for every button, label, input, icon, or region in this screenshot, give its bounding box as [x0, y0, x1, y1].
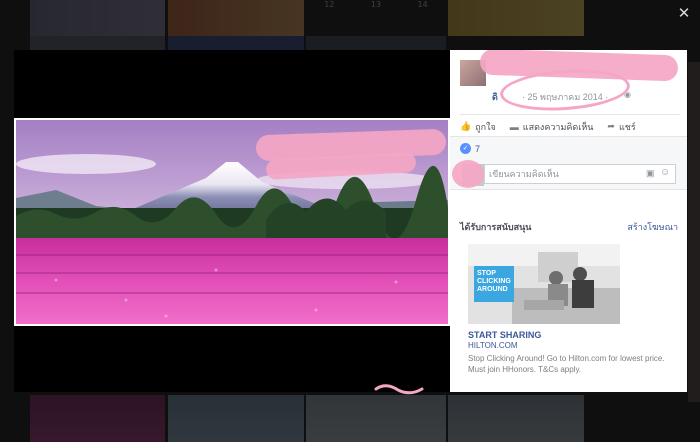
ad-title[interactable]: START SHARING — [468, 330, 541, 340]
sponsored-section: ได้รับการสนับสนุน สร้างโฆษณา STOP CLICKI… — [450, 190, 687, 392]
share-arrow-icon: ➦ — [607, 121, 615, 131]
comment-composer: ▣ ☺ — [450, 160, 687, 190]
comment-button[interactable]: ▬ แสดงความคิดเห็น — [510, 120, 594, 134]
poster-name[interactable]: ดิ — [492, 90, 498, 104]
close-button[interactable]: ✕ — [674, 3, 694, 23]
like-button[interactable]: 👍 ถูกใจ — [460, 120, 496, 134]
photo-stage[interactable] — [14, 50, 450, 392]
camera-icon[interactable]: ▣ — [646, 168, 655, 179]
share-label: แชร์ — [618, 121, 636, 132]
create-ad-link[interactable]: สร้างโฆษณา — [627, 220, 678, 234]
sponsored-header: ได้รับการสนับสนุน สร้างโฆษณา — [460, 220, 678, 234]
ad-domain: HILTON.COM — [468, 341, 518, 350]
sponsored-label: ได้รับการสนับสนุน — [460, 222, 532, 232]
comment-label: แสดงความคิดเห็น — [522, 121, 594, 132]
post-actions: 👍 ถูกใจ ▬ แสดงความคิดเห็น ➦ แชร์ — [460, 114, 680, 134]
comment-icon: ▬ — [509, 121, 519, 132]
ad-image-text: STOP CLICKING AROUND — [474, 266, 514, 302]
close-icon: ✕ — [677, 4, 691, 22]
ad-image[interactable]: STOP CLICKING AROUND — [468, 244, 620, 324]
like-summary[interactable]: ✓ 7 — [450, 136, 687, 160]
post-side-panel: ดิ · 25 พฤษภาคม 2014 · ◉ 👍 ถูกใจ ▬ แสดงค… — [450, 50, 687, 392]
like-count: 7 — [475, 143, 481, 154]
redaction-mark — [452, 160, 484, 188]
ad-description: Stop Clicking Around! Go to Hilton.com f… — [468, 354, 665, 374]
doodle-mark — [374, 384, 424, 395]
thumbs-up-icon: 👍 — [460, 121, 472, 131]
like-badge-icon: ✓ — [460, 143, 471, 154]
like-label: ถูกใจ — [475, 121, 496, 132]
share-button[interactable]: ➦ แชร์ — [607, 120, 635, 134]
emoji-icon[interactable]: ☺ — [660, 167, 670, 178]
